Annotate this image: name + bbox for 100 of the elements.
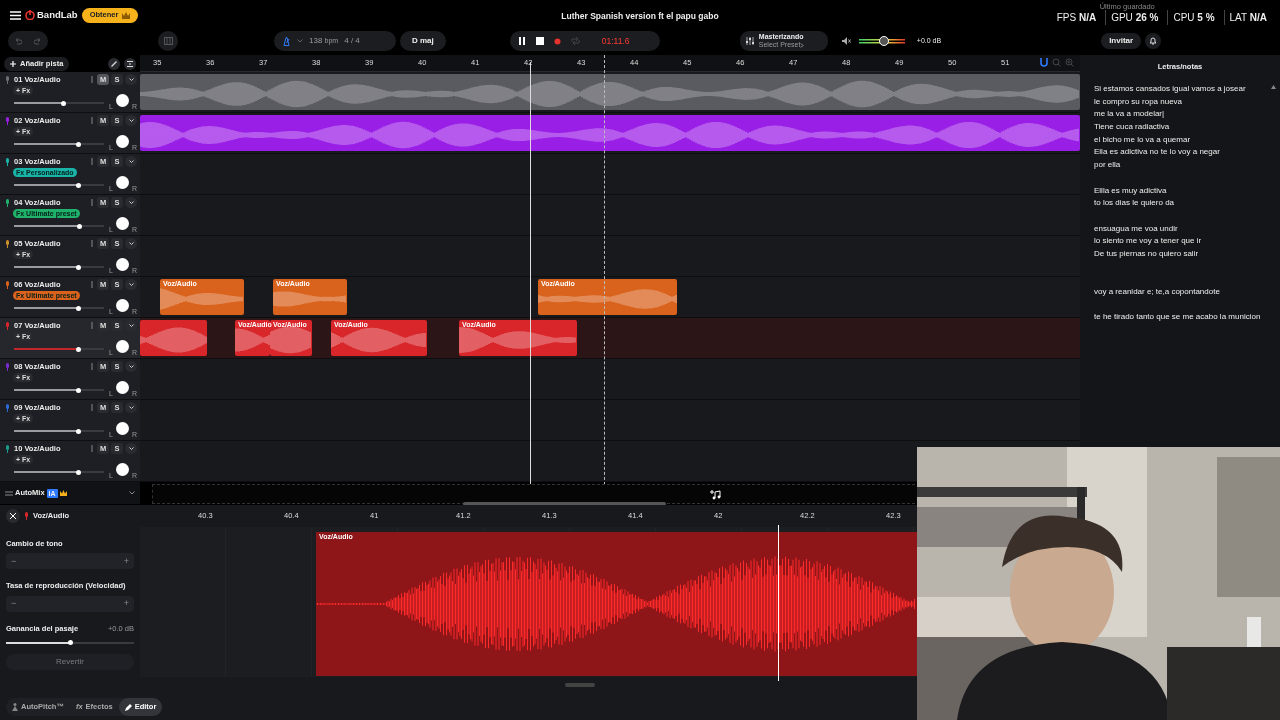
expand-button[interactable] bbox=[125, 361, 137, 373]
expand-button[interactable] bbox=[125, 238, 137, 250]
lyric-line: Ella es adictiva no te lo voy a negar bbox=[1094, 146, 1221, 159]
slider-thumb[interactable] bbox=[76, 346, 82, 352]
volume-slider[interactable] bbox=[858, 37, 905, 45]
lyric-line: Si estamos cansados igual vamos a josear bbox=[1094, 82, 1247, 95]
wrench-icon[interactable] bbox=[108, 57, 120, 70]
pan-knob[interactable] bbox=[116, 135, 129, 148]
pan-knob[interactable] bbox=[116, 463, 129, 476]
lyric-line: por ella bbox=[1094, 159, 1122, 172]
mixer-icon[interactable] bbox=[745, 37, 754, 45]
volume-thumb[interactable] bbox=[879, 36, 890, 46]
slider-thumb[interactable] bbox=[76, 264, 82, 270]
key-button[interactable]: D maj bbox=[400, 31, 446, 51]
expand-button[interactable] bbox=[125, 115, 137, 127]
gain-slider[interactable] bbox=[6, 641, 134, 644]
chevron-down-icon bbox=[128, 78, 134, 82]
chevron-down-icon[interactable] bbox=[297, 39, 303, 43]
expand-button[interactable] bbox=[125, 320, 137, 332]
stop-icon[interactable] bbox=[535, 37, 544, 45]
chevron-down-icon bbox=[128, 447, 134, 451]
expand-button[interactable] bbox=[125, 156, 137, 168]
expand-button[interactable] bbox=[125, 402, 137, 414]
lyric-line: ensuagua me voa undir bbox=[1094, 222, 1179, 235]
drag-handle-icon[interactable] bbox=[91, 76, 93, 84]
plus-label: + bbox=[123, 554, 129, 568]
pause-icon[interactable] bbox=[517, 37, 526, 45]
waveform-drawing bbox=[140, 326, 207, 354]
stepper-field[interactable]: − + bbox=[6, 595, 134, 612]
pan-knob[interactable] bbox=[116, 94, 129, 107]
drag-handle-icon[interactable] bbox=[91, 240, 93, 248]
record-icon[interactable] bbox=[553, 37, 561, 45]
chevron-down-icon bbox=[128, 283, 134, 287]
expand-button[interactable] bbox=[125, 443, 137, 455]
lyric-line: le compro su ropa nueva bbox=[1094, 95, 1184, 108]
drag-handle-icon[interactable] bbox=[91, 199, 93, 207]
scrollbar-thumb[interactable] bbox=[565, 683, 595, 687]
lyric-line: lo siento me voy a tener que ir bbox=[1094, 235, 1203, 248]
chevron-down-icon bbox=[128, 242, 134, 246]
drag-handle-icon[interactable] bbox=[91, 322, 93, 330]
add-note-icon[interactable] bbox=[709, 489, 721, 500]
stat-reading: CPU 5 % bbox=[1167, 10, 1220, 25]
drag-handle-icon[interactable] bbox=[91, 281, 93, 289]
chevron-down-icon[interactable] bbox=[129, 491, 135, 495]
close-button[interactable] bbox=[6, 509, 20, 523]
pan-knob[interactable] bbox=[116, 258, 129, 271]
lyric-line: me la va a modelar| bbox=[1094, 108, 1166, 121]
time-display: 01:11.6 bbox=[601, 34, 630, 48]
slider-thumb[interactable] bbox=[67, 640, 73, 646]
slider-thumb[interactable] bbox=[76, 141, 82, 147]
drag-handle-icon[interactable] bbox=[91, 445, 93, 453]
chevron-down-icon bbox=[128, 324, 134, 328]
slider-thumb[interactable] bbox=[76, 387, 82, 393]
slider-thumb[interactable] bbox=[76, 305, 82, 311]
slider-thumb[interactable] bbox=[77, 223, 83, 229]
fit-icon[interactable] bbox=[124, 57, 136, 70]
drag-handle-icon[interactable] bbox=[91, 117, 93, 125]
slider-thumb[interactable] bbox=[76, 182, 82, 188]
close-icon bbox=[10, 513, 16, 519]
pan-knob[interactable] bbox=[116, 217, 129, 230]
drag-handle-icon[interactable] bbox=[91, 404, 93, 412]
time-signature-field[interactable]: 4 / 4 bbox=[344, 35, 360, 47]
minus-label: − bbox=[11, 554, 17, 568]
expand-button[interactable] bbox=[125, 197, 137, 209]
menu-icon[interactable] bbox=[10, 10, 21, 20]
logo-icon bbox=[25, 10, 35, 20]
figure-icon bbox=[12, 703, 18, 711]
bell-icon[interactable] bbox=[1149, 37, 1158, 45]
scrollbar-arrow-icon[interactable] bbox=[1271, 85, 1276, 89]
chevron-right-icon bbox=[800, 42, 805, 48]
slider-thumb[interactable] bbox=[76, 428, 82, 434]
speaker-icon[interactable] bbox=[841, 37, 851, 45]
pan-knob[interactable] bbox=[116, 299, 129, 312]
drag-handle-icon[interactable] bbox=[91, 363, 93, 371]
pan-knob[interactable] bbox=[116, 340, 129, 353]
pan-knob[interactable] bbox=[116, 381, 129, 394]
logo-text: BandLab bbox=[37, 7, 78, 22]
slider-thumb[interactable] bbox=[76, 469, 82, 475]
stat-reading: GPU 26 % bbox=[1105, 10, 1164, 25]
lyric-line: Tiene cuca radiactiva bbox=[1094, 121, 1171, 134]
slider-thumb[interactable] bbox=[61, 100, 66, 106]
stepper-field[interactable]: − + bbox=[6, 553, 134, 570]
plus-icon bbox=[10, 60, 16, 67]
drag-handle-icon[interactable] bbox=[91, 158, 93, 166]
lyric-line: De tus piernas no quiero salir bbox=[1094, 248, 1200, 261]
lyric-line: te he tirado tanto que se me acabo la municion bbox=[1094, 311, 1262, 324]
chevron-down-icon bbox=[128, 201, 134, 205]
pan-knob[interactable] bbox=[116, 422, 129, 435]
pan-knob[interactable] bbox=[116, 176, 129, 189]
chevron-down-icon bbox=[128, 365, 134, 369]
waveform-drawing bbox=[270, 326, 312, 354]
stat-reading: LAT N/A bbox=[1223, 10, 1272, 25]
chevron-down-icon bbox=[128, 160, 134, 164]
invite-button[interactable]: Invitar bbox=[1101, 33, 1142, 49]
expand-button[interactable] bbox=[125, 279, 137, 291]
magnet-icon[interactable] bbox=[1040, 58, 1048, 67]
plus-label: + bbox=[123, 596, 129, 610]
expand-button[interactable] bbox=[125, 74, 137, 86]
audio-clip[interactable] bbox=[140, 320, 207, 356]
metronome-icon[interactable] bbox=[282, 36, 291, 46]
